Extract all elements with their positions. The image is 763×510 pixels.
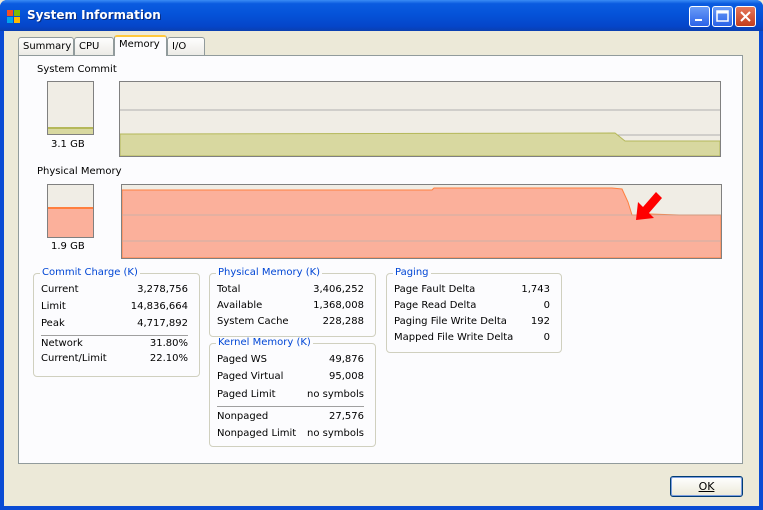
kernel-nonpaged-label: Nonpaged bbox=[217, 411, 269, 422]
commit-charge-group: Commit Charge (K) Current 3,278,756 Limit… bbox=[33, 267, 200, 377]
memory-tab-panel: System Commit 3.1 GB Physical Memory 1.9… bbox=[18, 55, 743, 464]
window-title: System Information bbox=[27, 8, 161, 22]
kernel-paged-virtual-row: Paged Virtual 95,008 bbox=[210, 371, 375, 385]
window: System Information Summary CPU Memory I/… bbox=[0, 0, 763, 510]
system-information-icon bbox=[7, 10, 20, 23]
system-commit-history-graph bbox=[119, 81, 721, 157]
kernel-nonpaged-limit-label: Nonpaged Limit bbox=[217, 428, 297, 439]
divider bbox=[217, 406, 364, 407]
paging-read-value: 0 bbox=[543, 300, 550, 311]
commit-peak-label: Peak bbox=[41, 318, 65, 329]
phys-total-value: 3,406,252 bbox=[313, 284, 364, 295]
commit-limit-row: Limit 14,836,664 bbox=[34, 301, 199, 315]
commit-peak-row: Peak 4,717,892 bbox=[34, 318, 199, 332]
phys-cache-row: System Cache 228,288 bbox=[210, 316, 375, 330]
paging-file-write-value: 192 bbox=[530, 316, 550, 327]
commit-limit-label: Limit bbox=[41, 301, 66, 312]
kernel-memory-group: Kernel Memory (K) Paged WS 49,876 Paged V… bbox=[209, 337, 376, 447]
phys-total-row: Total 3,406,252 bbox=[210, 284, 375, 298]
commit-network-row: Network 31.80% bbox=[34, 338, 199, 352]
phys-total-label: Total bbox=[217, 284, 241, 295]
paging-mapped-write-value: 0 bbox=[543, 332, 550, 343]
kernel-paged-ws-row: Paged WS 49,876 bbox=[210, 354, 375, 368]
commit-ratio-row: Current/Limit 22.10% bbox=[34, 353, 199, 367]
tab-memory[interactable]: Memory bbox=[114, 35, 167, 56]
paging-file-write-label: Paging File Write Delta bbox=[394, 316, 507, 327]
physical-memory-group: Physical Memory (K) Total 3,406,252 Avail… bbox=[209, 267, 376, 337]
system-commit-bar bbox=[47, 81, 94, 135]
kernel-nonpaged-value: 27,576 bbox=[329, 411, 364, 422]
ok-button[interactable]: OK bbox=[670, 476, 743, 497]
paging-group: Paging Page Fault Delta 1,743 Page Read D… bbox=[386, 267, 562, 353]
system-commit-value: 3.1 GB bbox=[51, 139, 85, 150]
minimize-icon bbox=[695, 19, 702, 21]
title-bar[interactable]: System Information bbox=[0, 0, 763, 31]
commit-current-row: Current 3,278,756 bbox=[34, 284, 199, 298]
commit-network-value: 31.80% bbox=[149, 338, 188, 349]
phys-cache-label: System Cache bbox=[217, 316, 289, 327]
kernel-nonpaged-limit-row: Nonpaged Limit no symbols bbox=[210, 428, 375, 442]
paging-title: Paging bbox=[393, 267, 431, 278]
paging-fault-value: 1,743 bbox=[521, 284, 550, 295]
phys-available-label: Available bbox=[217, 300, 263, 311]
paging-fault-label: Page Fault Delta bbox=[394, 284, 476, 295]
close-button[interactable] bbox=[735, 6, 756, 27]
paging-read-label: Page Read Delta bbox=[394, 300, 477, 311]
paging-read-row: Page Read Delta 0 bbox=[387, 300, 561, 314]
system-commit-history-chart bbox=[120, 109, 720, 156]
dialog-body: Summary CPU Memory I/O System Commit 3.1… bbox=[4, 31, 759, 506]
paging-fault-row: Page Fault Delta 1,743 bbox=[387, 284, 561, 298]
commit-ratio-value: 22.10% bbox=[149, 353, 188, 364]
minimize-button[interactable] bbox=[689, 6, 710, 27]
phys-cache-value: 228,288 bbox=[322, 316, 364, 327]
paging-file-write-row: Paging File Write Delta 192 bbox=[387, 316, 561, 330]
kernel-paged-virtual-value: 95,008 bbox=[329, 371, 364, 382]
physical-memory-bar-fill bbox=[48, 206, 93, 237]
system-commit-label: System Commit bbox=[37, 64, 117, 75]
commit-limit-value: 14,836,664 bbox=[130, 301, 188, 312]
kernel-paged-virtual-label: Paged Virtual bbox=[217, 371, 284, 382]
kernel-nonpaged-row: Nonpaged 27,576 bbox=[210, 411, 375, 425]
commit-current-value: 3,278,756 bbox=[137, 284, 188, 295]
tab-cpu[interactable]: CPU bbox=[74, 37, 114, 55]
commit-charge-title: Commit Charge (K) bbox=[40, 267, 140, 278]
kernel-paged-ws-label: Paged WS bbox=[217, 354, 267, 365]
physical-memory-title: Physical Memory (K) bbox=[216, 267, 323, 278]
kernel-paged-ws-value: 49,876 bbox=[329, 354, 364, 365]
kernel-nonpaged-limit-value: no symbols bbox=[307, 428, 364, 439]
kernel-paged-limit-row: Paged Limit no symbols bbox=[210, 389, 375, 403]
maximize-icon bbox=[716, 10, 729, 22]
kernel-paged-limit-label: Paged Limit bbox=[217, 389, 276, 400]
close-icon bbox=[740, 11, 751, 22]
kernel-paged-limit-value: no symbols bbox=[307, 389, 364, 400]
system-commit-bar-fill bbox=[48, 126, 93, 134]
commit-peak-value: 4,717,892 bbox=[137, 318, 188, 329]
red-arrow-icon bbox=[636, 192, 662, 220]
divider bbox=[41, 335, 188, 336]
maximize-button[interactable] bbox=[712, 6, 733, 27]
phys-available-row: Available 1,368,008 bbox=[210, 300, 375, 314]
physical-memory-bar bbox=[47, 184, 94, 238]
commit-ratio-label: Current/Limit bbox=[41, 353, 107, 364]
phys-available-value: 1,368,008 bbox=[313, 300, 364, 311]
physical-memory-value: 1.9 GB bbox=[51, 241, 85, 252]
ok-button-label: OK bbox=[698, 480, 715, 493]
kernel-memory-title: Kernel Memory (K) bbox=[216, 337, 313, 348]
tab-summary[interactable]: Summary bbox=[18, 37, 74, 55]
commit-network-label: Network bbox=[41, 338, 83, 349]
tab-io[interactable]: I/O bbox=[167, 37, 205, 55]
paging-mapped-write-row: Mapped File Write Delta 0 bbox=[387, 332, 561, 346]
paging-mapped-write-label: Mapped File Write Delta bbox=[394, 332, 514, 343]
physical-memory-label: Physical Memory bbox=[37, 166, 122, 177]
commit-current-label: Current bbox=[41, 284, 79, 295]
